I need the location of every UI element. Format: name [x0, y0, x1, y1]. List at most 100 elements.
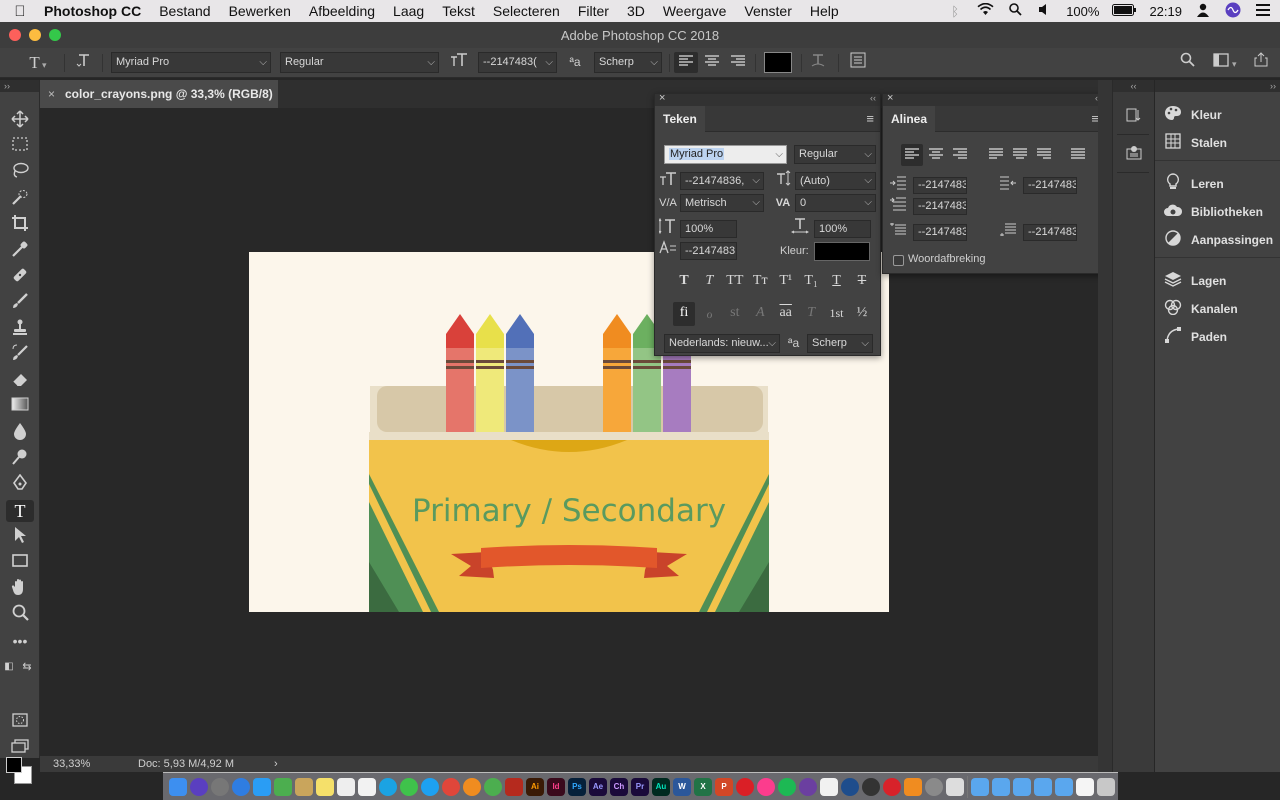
para-align-left-button[interactable]	[901, 144, 923, 166]
fractions-button[interactable]: ½	[851, 302, 873, 326]
share-icon[interactable]	[1250, 52, 1272, 73]
search-icon[interactable]	[1176, 52, 1198, 73]
imovie-icon[interactable]	[799, 777, 817, 796]
eraser-tool-icon[interactable]	[6, 370, 34, 392]
eyedropper-tool-icon[interactable]	[6, 240, 34, 262]
history-brush-tool-icon[interactable]	[6, 344, 34, 366]
titling-alternates-button[interactable]: T	[800, 302, 822, 326]
reminders-icon[interactable]	[358, 777, 376, 796]
space-before-input[interactable]: --2147483	[913, 224, 967, 241]
word-icon[interactable]: W	[673, 777, 691, 796]
underline-button[interactable]: T	[826, 270, 848, 294]
chrome-icon[interactable]	[442, 777, 460, 796]
powerpoint-icon[interactable]: P	[715, 777, 733, 796]
window-maximize-button[interactable]	[49, 29, 61, 41]
apple-menu-icon[interactable]: 	[0, 3, 40, 20]
doc-size-info[interactable]: Doc: 5,93 M/4,92 M	[138, 756, 234, 772]
panel-paden[interactable]: Paden	[1163, 326, 1227, 348]
expand-tools-icon[interactable]: ››	[0, 80, 39, 92]
app-store-icon[interactable]	[253, 777, 271, 796]
faux-italic-button[interactable]: T	[698, 270, 720, 294]
user-icon[interactable]	[1194, 3, 1212, 20]
strikethrough-button[interactable]: T	[851, 270, 873, 294]
twitter-icon[interactable]	[421, 777, 439, 796]
tab-alinea[interactable]: Alinea	[883, 106, 936, 132]
quick-mask-icon[interactable]	[6, 712, 34, 734]
ordinals-button[interactable]: 1st	[826, 302, 848, 326]
siri-icon[interactable]	[1224, 2, 1242, 21]
move-tool-icon[interactable]	[6, 110, 34, 132]
swash-button[interactable]: A	[749, 302, 771, 326]
zoom-level[interactable]: 33,33%	[53, 756, 90, 772]
creative-cloud-icon[interactable]	[736, 777, 754, 796]
warp-text-icon[interactable]	[806, 52, 830, 73]
spotify-icon[interactable]	[778, 777, 796, 796]
brush-tool-icon[interactable]	[6, 292, 34, 314]
menu-bewerken[interactable]: Bewerken	[220, 3, 300, 19]
panel-menu-icon[interactable]: ≡	[866, 111, 874, 126]
horizontal-scale-input[interactable]: 100%	[814, 220, 871, 238]
menu-photoshop[interactable]: Photoshop CC	[40, 3, 150, 19]
audition-icon[interactable]: Au	[652, 777, 670, 796]
menu-tekst[interactable]: Tekst	[433, 3, 484, 19]
align-left-button[interactable]	[674, 52, 698, 73]
window-close-button[interactable]	[9, 29, 21, 41]
tool-preset-picker[interactable]: T ▾	[20, 52, 56, 73]
pen-tool-icon[interactable]	[6, 473, 34, 496]
para-align-center-button[interactable]	[925, 144, 947, 166]
subscript-button[interactable]: T₁	[800, 270, 822, 294]
history-panel-icon[interactable]	[1123, 106, 1145, 130]
char-font-size-input[interactable]: --21474836, ⌵	[680, 172, 764, 190]
language-select[interactable]: Nederlands: nieuw... ⌵	[664, 334, 780, 353]
indent-right-input[interactable]: --2147483	[1023, 177, 1077, 194]
expand-panels-icon[interactable]: ‹‹	[1113, 80, 1154, 92]
healing-brush-tool-icon[interactable]	[6, 266, 34, 288]
panel-stalen[interactable]: Stalen	[1163, 132, 1227, 154]
recorder-icon[interactable]	[862, 777, 880, 796]
vlc-icon[interactable]	[904, 777, 922, 796]
close-icon[interactable]: ×	[887, 92, 893, 104]
font-family-select[interactable]: Myriad Pro ⌵	[111, 52, 271, 73]
menu-venster[interactable]: Venster	[735, 3, 800, 19]
acrobat-icon[interactable]	[505, 777, 523, 796]
siri-dock-icon[interactable]	[190, 777, 208, 796]
character-panel-toggle-icon[interactable]	[846, 52, 870, 73]
panel-kanalen[interactable]: Kanalen	[1163, 298, 1238, 320]
collapse-panel-icon[interactable]: ‹‹	[870, 93, 876, 103]
text-color-swatch[interactable]	[764, 52, 792, 73]
align-center-button[interactable]	[700, 52, 724, 73]
safari-icon[interactable]	[232, 777, 250, 796]
premiere-icon[interactable]: Pr	[631, 777, 649, 796]
quick-selection-tool-icon[interactable]	[6, 188, 34, 210]
folder-icon[interactable]	[992, 777, 1010, 796]
faux-bold-button[interactable]: T	[673, 270, 695, 294]
panel-bibliotheken[interactable]: Bibliotheken	[1163, 201, 1263, 223]
superscript-button[interactable]: T¹	[775, 270, 797, 294]
indesign-icon[interactable]: Id	[547, 777, 565, 796]
properties-panel-icon[interactable]	[1123, 144, 1145, 168]
panel-leren[interactable]: Leren	[1163, 173, 1224, 195]
hand-tool-icon[interactable]	[6, 578, 34, 600]
font-style-select[interactable]: Regular ⌵	[280, 52, 439, 73]
folder-icon[interactable]	[1013, 777, 1031, 796]
battery-icon[interactable]	[1111, 3, 1137, 19]
itunes-icon[interactable]	[757, 777, 775, 796]
swap-colors-icon[interactable]: ⇆	[20, 656, 34, 678]
collapse-panels-icon[interactable]: ››	[1155, 80, 1280, 92]
maps-icon[interactable]	[274, 777, 292, 796]
gradient-tool-icon[interactable]	[6, 396, 34, 418]
font-size-input[interactable]: --2147483(⌵	[478, 52, 557, 73]
menu-help[interactable]: Help	[801, 3, 848, 19]
downloads-icon[interactable]	[1055, 777, 1073, 796]
notes-icon[interactable]	[295, 777, 313, 796]
stylistic-alternates-button[interactable]: aa	[775, 302, 797, 326]
marquee-tool-icon[interactable]	[6, 136, 34, 158]
default-colors-icon[interactable]: ◧	[2, 656, 16, 678]
skype-icon[interactable]	[379, 777, 397, 796]
panel-scrollbar[interactable]	[1098, 80, 1112, 772]
para-align-right-button[interactable]	[949, 144, 971, 166]
panel-lagen[interactable]: Lagen	[1163, 270, 1226, 292]
panel-aanpassingen[interactable]: Aanpassingen	[1163, 229, 1273, 251]
ligatures-button[interactable]: fi	[673, 302, 695, 326]
folder-icon[interactable]	[971, 777, 989, 796]
